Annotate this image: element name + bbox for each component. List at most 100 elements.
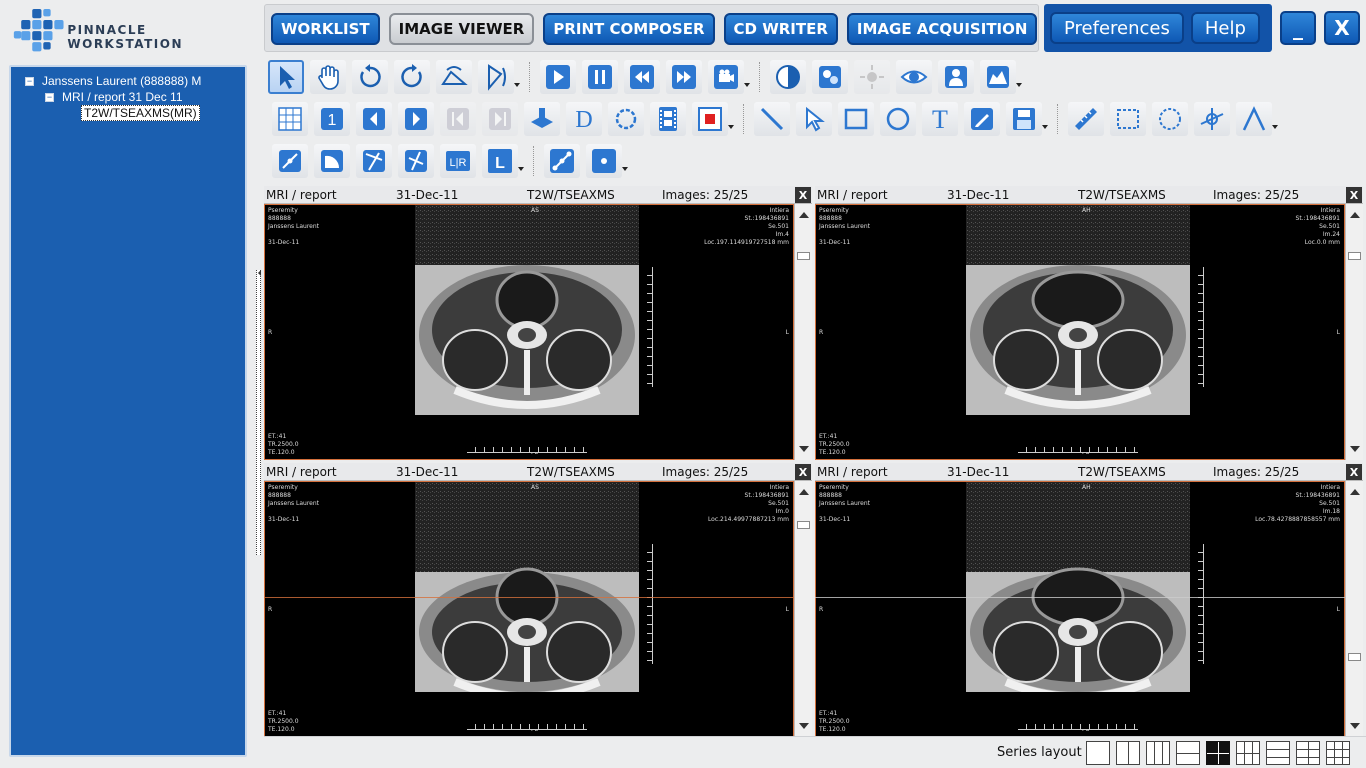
layout-1x2-button[interactable] <box>1116 741 1140 765</box>
layout-2x2-button[interactable] <box>1206 741 1230 765</box>
scrollbar-thumb[interactable] <box>1348 653 1361 661</box>
layout-1x1-button[interactable] <box>1086 741 1110 765</box>
sync-tool[interactable] <box>608 102 644 136</box>
angle-tool[interactable] <box>1194 102 1230 136</box>
tree-node-study[interactable]: − MRI / report 31 Dec 11 <box>19 89 237 105</box>
flip-dropdown-icon[interactable] <box>514 62 520 92</box>
pointer-tool[interactable] <box>268 60 304 94</box>
layout-2x3-button[interactable] <box>1236 741 1260 765</box>
viewport-header[interactable]: MRI / report 31-Dec-11 T2W/TSEAXMS Image… <box>815 463 1363 481</box>
layout-3x2-button[interactable] <box>1296 741 1320 765</box>
ruler-tool[interactable] <box>1068 102 1104 136</box>
last-image-button[interactable] <box>482 102 518 136</box>
cd-writer-button[interactable]: CD WRITER <box>723 13 838 45</box>
line-tool[interactable] <box>754 102 790 136</box>
viewport-close-button[interactable]: X <box>1346 464 1362 480</box>
cobb-angle-tool[interactable] <box>1236 102 1272 136</box>
flip-vertical-tool[interactable] <box>478 60 514 94</box>
viewport-close-button[interactable]: X <box>795 464 811 480</box>
viewport-image-area[interactable]: Pseremity 888888 Janssens Laurent 31-Dec-11… <box>815 481 1345 737</box>
flip-horizontal-tool[interactable] <box>436 60 472 94</box>
viewport-image-area[interactable]: Pseremity 888888 Janssens Laurent 31-Dec-11… <box>815 204 1345 460</box>
close-app-button[interactable]: X <box>1324 11 1360 45</box>
dicom-info-tool[interactable]: D <box>566 102 602 136</box>
save-annotation-tool[interactable] <box>1006 102 1042 136</box>
panel-splitter[interactable] <box>256 270 261 555</box>
layout-1x3-button[interactable] <box>1146 741 1170 765</box>
l-marker-tool[interactable]: L <box>482 144 518 178</box>
image-viewer-button[interactable]: IMAGE VIEWER <box>388 13 535 45</box>
viewport-3[interactable]: MRI / report 31-Dec-11 T2W/TSEAXMS Image… <box>264 463 812 737</box>
roi-ellipse-tool[interactable] <box>1152 102 1188 136</box>
scrollbar-thumb[interactable] <box>797 252 810 260</box>
roi-rectangle-tool[interactable] <box>1110 102 1146 136</box>
rotate-left-tool[interactable] <box>352 60 388 94</box>
stack-tool[interactable] <box>524 102 560 136</box>
rotate-right-tool[interactable] <box>394 60 430 94</box>
scrollbar-thumb[interactable] <box>1348 252 1361 260</box>
print-composer-button[interactable]: PRINT COMPOSER <box>543 13 715 45</box>
tree-node-series[interactable]: T2W/TSEAXMS(MR) <box>19 105 237 121</box>
viewport-image-area[interactable]: Pseremity 888888 Janssens Laurent 31-Dec-11… <box>264 204 794 460</box>
left-right-marker-tool[interactable]: L|R <box>440 144 476 178</box>
point-tool[interactable] <box>586 144 622 178</box>
arrow-annotation-tool[interactable] <box>796 102 832 136</box>
crosshair-tool[interactable] <box>356 144 392 178</box>
single-frame-tool[interactable]: 1 <box>314 102 350 136</box>
scrollbar-thumb[interactable] <box>797 521 810 529</box>
reference-line-tool[interactable] <box>398 144 434 178</box>
brightness-tool[interactable] <box>854 60 890 94</box>
pen-tool[interactable] <box>964 102 1000 136</box>
ellipse-tool[interactable] <box>880 102 916 136</box>
histogram-dropdown-icon[interactable] <box>1016 62 1022 92</box>
quarter-circle-tool[interactable] <box>314 144 350 178</box>
rectangle-tool[interactable] <box>838 102 874 136</box>
measure-dropdown-icon[interactable] <box>1272 104 1278 134</box>
scroll-down-icon[interactable] <box>799 446 809 457</box>
scroll-up-icon[interactable] <box>1350 207 1360 218</box>
next-image-button[interactable] <box>398 102 434 136</box>
cine-dropdown-icon[interactable] <box>744 62 750 92</box>
collapse-icon[interactable]: − <box>45 92 54 102</box>
tree-node-patient[interactable]: − Janssens Laurent (888888) M <box>19 73 237 89</box>
pan-tool[interactable] <box>310 60 346 94</box>
help-button[interactable]: Help <box>1190 12 1260 44</box>
fast-forward-button[interactable] <box>666 60 702 94</box>
viewport-1[interactable]: MRI / report 31-Dec-11 T2W/TSEAXMS Image… <box>264 186 812 460</box>
play-button[interactable] <box>540 60 576 94</box>
roi-color-dropdown-icon[interactable] <box>728 104 734 134</box>
film-tool[interactable] <box>650 102 686 136</box>
viewport-scrollbar[interactable] <box>1345 481 1363 737</box>
viewport-header[interactable]: MRI / report 31-Dec-11 T2W/TSEAXMS Image… <box>264 186 812 204</box>
preferences-button[interactable]: Preferences <box>1050 12 1184 44</box>
point-dropdown-icon[interactable] <box>622 146 628 176</box>
scroll-down-icon[interactable] <box>1350 723 1360 734</box>
viewport-header[interactable]: MRI / report 31-Dec-11 T2W/TSEAXMS Image… <box>815 186 1363 204</box>
viewport-header[interactable]: MRI / report 31-Dec-11 T2W/TSEAXMS Image… <box>264 463 812 481</box>
scroll-up-icon[interactable] <box>799 484 809 495</box>
magnifier-tool[interactable] <box>896 60 932 94</box>
roi-color-tool[interactable] <box>692 102 728 136</box>
cine-camera-button[interactable] <box>708 60 744 94</box>
spine-label-tool[interactable] <box>272 144 308 178</box>
worklist-button[interactable]: WORKLIST <box>271 13 380 45</box>
layout-3x3-button[interactable] <box>1326 741 1350 765</box>
viewport-4[interactable]: MRI / report 31-Dec-11 T2W/TSEAXMS Image… <box>815 463 1363 737</box>
rewind-button[interactable] <box>624 60 660 94</box>
viewport-scrollbar[interactable] <box>794 204 812 460</box>
collapse-icon[interactable]: − <box>25 76 34 86</box>
grid-layout-tool[interactable] <box>272 102 308 136</box>
previous-image-button[interactable] <box>356 102 392 136</box>
window-level-tool[interactable] <box>812 60 848 94</box>
pause-button[interactable] <box>582 60 618 94</box>
viewport-scrollbar[interactable] <box>794 481 812 737</box>
minimize-button[interactable]: _ <box>1280 11 1316 45</box>
viewport-close-button[interactable]: X <box>795 187 811 203</box>
scroll-down-icon[interactable] <box>799 723 809 734</box>
layout-3x1-button[interactable] <box>1266 741 1290 765</box>
marker-dropdown-icon[interactable] <box>518 146 524 176</box>
viewport-scrollbar[interactable] <box>1345 204 1363 460</box>
viewport-2[interactable]: MRI / report 31-Dec-11 T2W/TSEAXMS Image… <box>815 186 1363 460</box>
scroll-up-icon[interactable] <box>799 207 809 218</box>
invert-tool[interactable] <box>770 60 806 94</box>
